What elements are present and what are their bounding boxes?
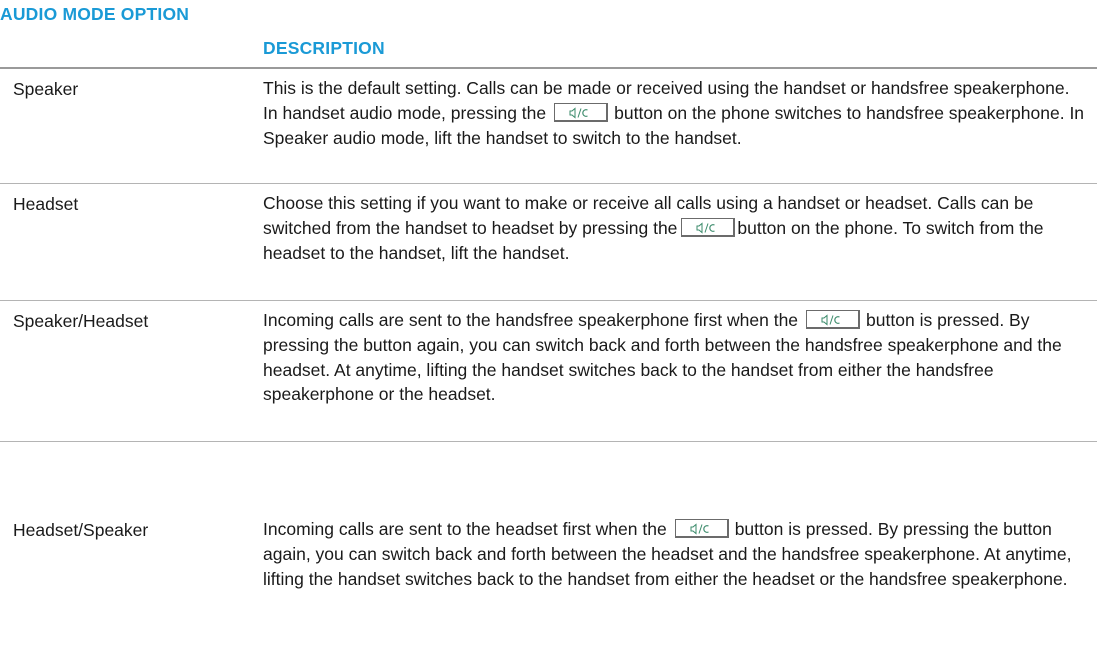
column-header-description: DESCRIPTION xyxy=(263,38,385,58)
speaker-button-icon xyxy=(554,102,609,122)
row-speaker-description: This is the default setting. Calls can b… xyxy=(263,76,1085,150)
speaker-button-icon xyxy=(674,519,729,538)
row-divider xyxy=(0,183,1097,184)
row-speaker-headset-description: Incoming calls are sent to the handsfree… xyxy=(263,308,1085,407)
row-divider xyxy=(0,441,1097,442)
row-speaker-option: Speaker xyxy=(13,79,79,99)
row-headset-option: Headset xyxy=(13,194,79,214)
column-header-option: AUDIO MODE OPTION xyxy=(0,4,190,24)
row-headset-description: Choose this setting if you want to make … xyxy=(263,191,1085,265)
audio-mode-table: AUDIO MODE OPTION DESCRIPTION Speaker Th… xyxy=(0,0,1097,651)
row-speaker-headset-option: Speaker/Headset xyxy=(13,311,149,331)
speaker-button-icon xyxy=(806,310,861,329)
header-divider xyxy=(0,67,1097,69)
row-speaker-headset-desc-part1: Incoming calls are sent to the handsfree… xyxy=(263,310,799,330)
speaker-button-icon xyxy=(681,217,736,237)
row-headset-speaker-desc-part1: Incoming calls are sent to the headset f… xyxy=(263,519,667,539)
row-headset-speaker-option: Headset/Speaker xyxy=(13,520,149,540)
row-divider xyxy=(0,300,1097,301)
row-headset-speaker-description: Incoming calls are sent to the headset f… xyxy=(263,517,1085,591)
